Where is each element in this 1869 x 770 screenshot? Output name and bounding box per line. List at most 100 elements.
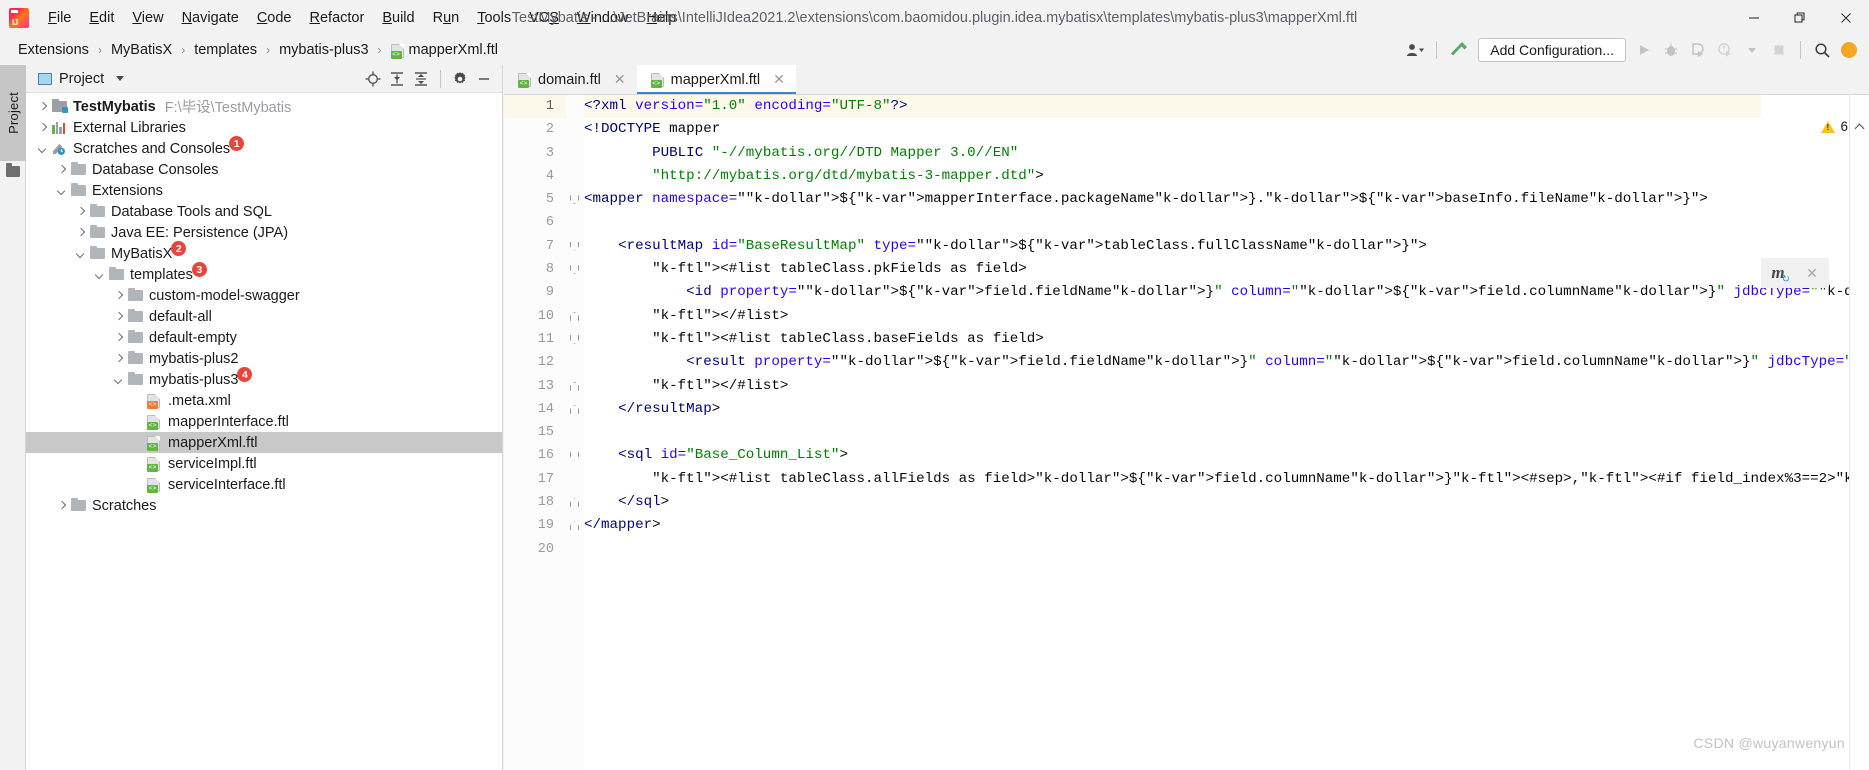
collapse-all-icon[interactable] bbox=[410, 68, 432, 90]
maximize-restore-button[interactable] bbox=[1777, 0, 1823, 35]
tree-item-database-consoles[interactable]: Database Consoles bbox=[26, 159, 502, 180]
close-widget-button[interactable]: ✕ bbox=[1795, 258, 1829, 288]
tree-item-label: mapperInterface.ftl bbox=[168, 413, 289, 430]
close-button[interactable] bbox=[1823, 0, 1869, 35]
tree-item-mybatis-plus2[interactable]: mybatis-plus2 bbox=[26, 348, 502, 369]
chevron-right-icon[interactable] bbox=[112, 289, 125, 302]
menu-navigate[interactable]: Navigate bbox=[173, 6, 248, 30]
code-folding-gutter[interactable] bbox=[566, 95, 584, 770]
menu-tools[interactable]: Tools bbox=[468, 6, 520, 30]
chevron-down-icon[interactable] bbox=[55, 184, 68, 197]
add-configuration-button[interactable]: Add Configuration... bbox=[1478, 38, 1626, 62]
editor-tab-domain-ftl[interactable]: <> domain.ftl ✕ bbox=[504, 65, 637, 94]
menu-window[interactable]: Window bbox=[568, 6, 638, 30]
menu-help[interactable]: Help bbox=[637, 6, 685, 30]
run-with-coverage-icon[interactable] bbox=[1686, 38, 1710, 62]
fold-marker[interactable] bbox=[570, 404, 579, 414]
tree-item-templates[interactable]: templates 3 bbox=[26, 262, 502, 285]
tree-item-mapperinterface.ftl[interactable]: <> mapperInterface.ftl bbox=[26, 411, 502, 432]
chevron-right-icon[interactable] bbox=[36, 100, 49, 113]
chevron-right-icon[interactable] bbox=[55, 163, 68, 176]
tree-item-mapperxml.ftl[interactable]: <> mapperXml.ftl bbox=[26, 432, 502, 453]
inspection-gutter[interactable] bbox=[1849, 95, 1869, 770]
close-tab-icon[interactable]: ✕ bbox=[612, 71, 628, 88]
breadcrumb-item-extensions[interactable]: Extensions bbox=[14, 40, 93, 60]
inspection-summary[interactable]: 6 bbox=[1821, 119, 1865, 134]
tree-item-database-tools-and-sql[interactable]: Database Tools and SQL bbox=[26, 201, 502, 222]
menu-vcs[interactable]: VCS bbox=[520, 6, 568, 30]
chevron-down-icon[interactable] bbox=[36, 142, 49, 155]
menu-file[interactable]: File bbox=[39, 6, 80, 30]
divider bbox=[1436, 41, 1438, 59]
tool-window-button-project[interactable]: Project bbox=[0, 65, 26, 161]
profiler-icon[interactable] bbox=[1713, 38, 1737, 62]
hammer-build-icon[interactable] bbox=[1446, 38, 1472, 62]
close-tab-icon[interactable]: ✕ bbox=[771, 71, 787, 88]
tree-item-scratches[interactable]: Scratches bbox=[26, 495, 502, 516]
line-number: 17 bbox=[537, 471, 554, 487]
minimize-button[interactable] bbox=[1731, 0, 1777, 35]
tree-item-label: Java EE: Persistence (JPA) bbox=[111, 224, 289, 241]
breadcrumb-item-mapperxml-ftl[interactable]: <> mapperXml.ftl bbox=[387, 40, 502, 60]
code-editor[interactable]: 1 2 3 4 5 6 7 8 9 10 11 12 13 14 15 16 17 18 19 20 <?xml ve… bbox=[504, 95, 1869, 770]
menu-edit[interactable]: Edit bbox=[80, 6, 123, 30]
fold-marker[interactable] bbox=[570, 195, 579, 205]
locate-in-tree-icon[interactable] bbox=[362, 68, 384, 90]
settings-gear-icon[interactable] bbox=[449, 68, 471, 90]
tree-item-mybatis-plus3[interactable]: mybatis-plus3 4 bbox=[26, 367, 502, 390]
tree-item-default-all[interactable]: default-all bbox=[26, 306, 502, 327]
tree-item-java-ee--persistence--jpa-[interactable]: Java EE: Persistence (JPA) bbox=[26, 222, 502, 243]
breadcrumb-item-mybatis-plus3[interactable]: mybatis-plus3 bbox=[275, 40, 372, 60]
chevron-right-icon[interactable] bbox=[74, 226, 87, 239]
stop-icon[interactable] bbox=[1767, 38, 1791, 62]
tree-item-external-libraries[interactable]: External Libraries bbox=[26, 117, 502, 138]
tree-item-mybatisx[interactable]: MyBatisX 2 bbox=[26, 241, 502, 264]
menu-refactor[interactable]: Refactor bbox=[301, 6, 374, 30]
menu-view[interactable]: View bbox=[123, 6, 172, 30]
tree-item-scratches-and-consoles[interactable]: Scratches and Consoles 1 bbox=[26, 136, 502, 159]
breadcrumb-item-mybatisx[interactable]: MyBatisX bbox=[107, 40, 176, 60]
menu-code[interactable]: Code bbox=[248, 6, 301, 30]
code-content[interactable]: <?xml version="1.0" encoding="UTF-8"?> <… bbox=[584, 95, 1869, 538]
tree-item-default-empty[interactable]: default-empty bbox=[26, 327, 502, 348]
chevron-down-icon[interactable] bbox=[74, 247, 87, 260]
fold-marker[interactable] bbox=[570, 498, 579, 508]
search-everywhere-icon[interactable] bbox=[1810, 38, 1834, 62]
chevron-right-icon[interactable] bbox=[55, 499, 68, 512]
debug-icon[interactable] bbox=[1659, 38, 1683, 62]
tree-item-extensions[interactable]: Extensions bbox=[26, 180, 502, 201]
tree-item-serviceimpl.ftl[interactable]: <> serviceImpl.ftl bbox=[26, 453, 502, 474]
fold-marker[interactable] bbox=[570, 265, 579, 275]
chevron-down-icon[interactable] bbox=[116, 76, 125, 81]
chevron-down-icon[interactable] bbox=[93, 268, 106, 281]
run-icon[interactable] bbox=[1632, 38, 1656, 62]
chevron-right-icon[interactable] bbox=[74, 205, 87, 218]
chevron-right-icon[interactable] bbox=[112, 352, 125, 365]
expand-all-icon[interactable] bbox=[386, 68, 408, 90]
fold-marker[interactable] bbox=[570, 381, 579, 391]
fold-marker[interactable] bbox=[570, 311, 579, 321]
menu-run[interactable]: Run bbox=[424, 6, 469, 30]
hide-panel-icon[interactable] bbox=[473, 68, 495, 90]
chevron-up-icon[interactable] bbox=[1854, 123, 1865, 133]
chevron-right-icon[interactable] bbox=[112, 331, 125, 344]
menu-build[interactable]: Build bbox=[373, 6, 423, 30]
mybatis-refresh-icon[interactable]: m ↻ bbox=[1761, 258, 1795, 288]
chevron-right-icon[interactable] bbox=[36, 121, 49, 134]
chevron-down-icon[interactable] bbox=[1740, 38, 1764, 62]
user-avatar-dropdown-icon[interactable] bbox=[1403, 38, 1427, 62]
notifications-icon[interactable] bbox=[1837, 38, 1861, 62]
tree-item-testmybatis[interactable]: TestMybatis F:\毕设\TestMybatis bbox=[26, 96, 502, 117]
breadcrumb-item-templates[interactable]: templates bbox=[190, 40, 261, 60]
fold-marker[interactable] bbox=[570, 451, 579, 461]
chevron-right-icon[interactable] bbox=[112, 310, 125, 323]
project-panel-title-group[interactable]: Project bbox=[38, 71, 125, 87]
fold-marker[interactable] bbox=[570, 335, 579, 344]
editor-tab-mapperxml-ftl[interactable]: <> mapperXml.ftl ✕ bbox=[636, 65, 796, 94]
fold-marker[interactable] bbox=[570, 521, 579, 531]
tree-item-custom-model-swagger[interactable]: custom-model-swagger bbox=[26, 285, 502, 306]
tree-item-.meta.xml[interactable]: <> .meta.xml bbox=[26, 390, 502, 411]
tree-item-serviceinterface.ftl[interactable]: <> serviceInterface.ftl bbox=[26, 474, 502, 495]
chevron-down-icon[interactable] bbox=[112, 373, 125, 386]
fold-marker[interactable] bbox=[570, 241, 579, 251]
